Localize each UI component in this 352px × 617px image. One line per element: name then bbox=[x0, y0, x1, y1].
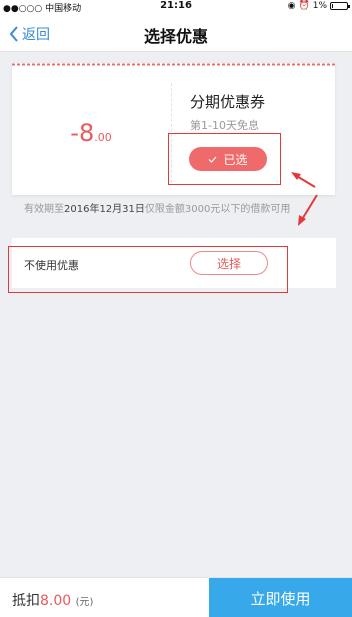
deduct-unit: (元) bbox=[75, 597, 94, 608]
use-now-button[interactable]: 立即使用 bbox=[209, 578, 352, 617]
coupon-title: 分期优惠券 bbox=[190, 93, 266, 111]
battery-icon bbox=[330, 2, 350, 10]
page-title: 选择优惠 bbox=[143, 27, 208, 46]
alarm-icon: ⏰ bbox=[298, 1, 310, 11]
navigation-bar: 返回 选择优惠 bbox=[0, 14, 352, 52]
coupon-amount-decimal: .00 bbox=[94, 131, 112, 144]
coupon-amount: -8.00 bbox=[12, 119, 170, 147]
deduct-amount: 8.00 bbox=[40, 593, 72, 609]
coupon-edge-decoration bbox=[12, 63, 335, 66]
annotation-box-selected bbox=[168, 133, 281, 185]
coupon-term: 第1-10天免息 bbox=[190, 119, 259, 132]
validity-date: 2016年12月31日 bbox=[64, 204, 145, 215]
annotation-box-no-coupon bbox=[8, 246, 288, 293]
deduct-prefix: 抵扣 bbox=[12, 593, 40, 609]
bottom-bar: 抵扣8.00 (元) 立即使用 bbox=[0, 577, 352, 617]
validity-prefix: 有效期至 bbox=[24, 204, 64, 215]
status-right: ◉ ⏰ 1% bbox=[287, 1, 350, 11]
status-bar: ●●○○○ 中国移动 21:16 ◉ ⏰ 1% bbox=[0, 0, 352, 14]
annotation-arrows bbox=[291, 172, 318, 226]
deduct-summary: 抵扣8.00 (元) bbox=[12, 590, 93, 610]
coupon-amount-main: -8 bbox=[70, 119, 95, 147]
validity-suffix: 仅限金额3000元以下的借款可用 bbox=[144, 204, 291, 215]
battery-percent: 1% bbox=[312, 1, 327, 11]
lock-rotation-icon: ◉ bbox=[287, 1, 296, 11]
